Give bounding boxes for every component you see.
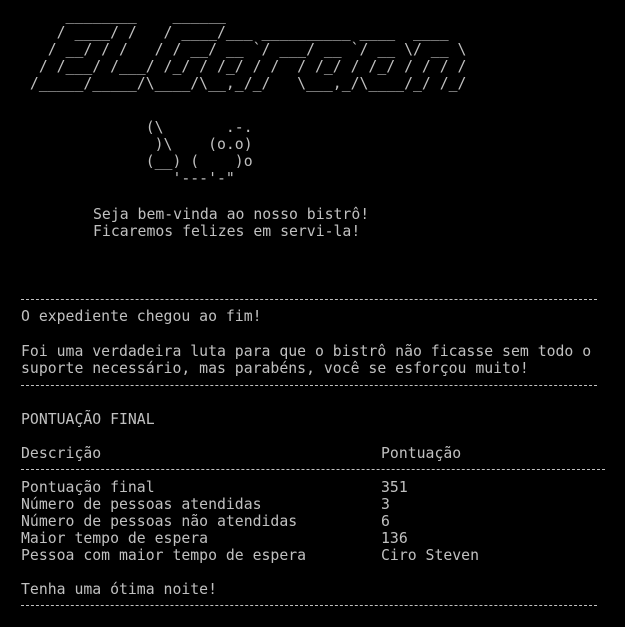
struggle-line-1: Foi uma verdadeira luta para que o bistr… bbox=[21, 343, 592, 360]
table-row-label: Número de pessoas não atendidas bbox=[21, 513, 298, 530]
table-row-label: Pontuação final bbox=[21, 479, 155, 496]
goodnight-message: Tenha uma ótima noite! bbox=[21, 581, 217, 598]
table-row-label: Maior tempo de espera bbox=[21, 530, 209, 547]
table-row-value: 6 bbox=[381, 513, 390, 530]
table-row-value: 351 bbox=[381, 479, 408, 496]
chef-ascii-art: (\ .-. )\ (o.o) (__) ( )o '---'-" bbox=[145, 119, 253, 187]
welcome-line-2: Ficaremos felizes em servi-la! bbox=[93, 223, 361, 240]
score-title: PONTUAÇÃO FINAL bbox=[21, 411, 155, 428]
end-message: O expediente chegou ao fim! bbox=[21, 308, 262, 325]
table-row-value: Ciro Steven bbox=[381, 547, 479, 564]
struggle-line-2: suporte necessário, mas parabéns, você s… bbox=[21, 360, 529, 377]
table-header-score: Pontuação bbox=[381, 445, 462, 462]
table-header-description: Descrição bbox=[21, 445, 102, 462]
logo-ascii-art: ________ ______ / ____/ / / ____/___ ___… bbox=[29, 7, 467, 92]
table-row-value: 3 bbox=[381, 496, 390, 513]
separator-bottom bbox=[21, 605, 597, 606]
terminal-window: ________ ______ / ____/ / / ____/___ ___… bbox=[0, 0, 625, 627]
separator-middle bbox=[21, 385, 597, 386]
table-header-separator bbox=[21, 469, 605, 470]
table-row-label: Pessoa com maior tempo de espera bbox=[21, 547, 307, 564]
separator-top bbox=[21, 299, 597, 300]
table-row-value: 136 bbox=[381, 530, 408, 547]
table-row-label: Número de pessoas atendidas bbox=[21, 496, 262, 513]
welcome-line-1: Seja bem-vinda ao nosso bistrô! bbox=[93, 206, 370, 223]
